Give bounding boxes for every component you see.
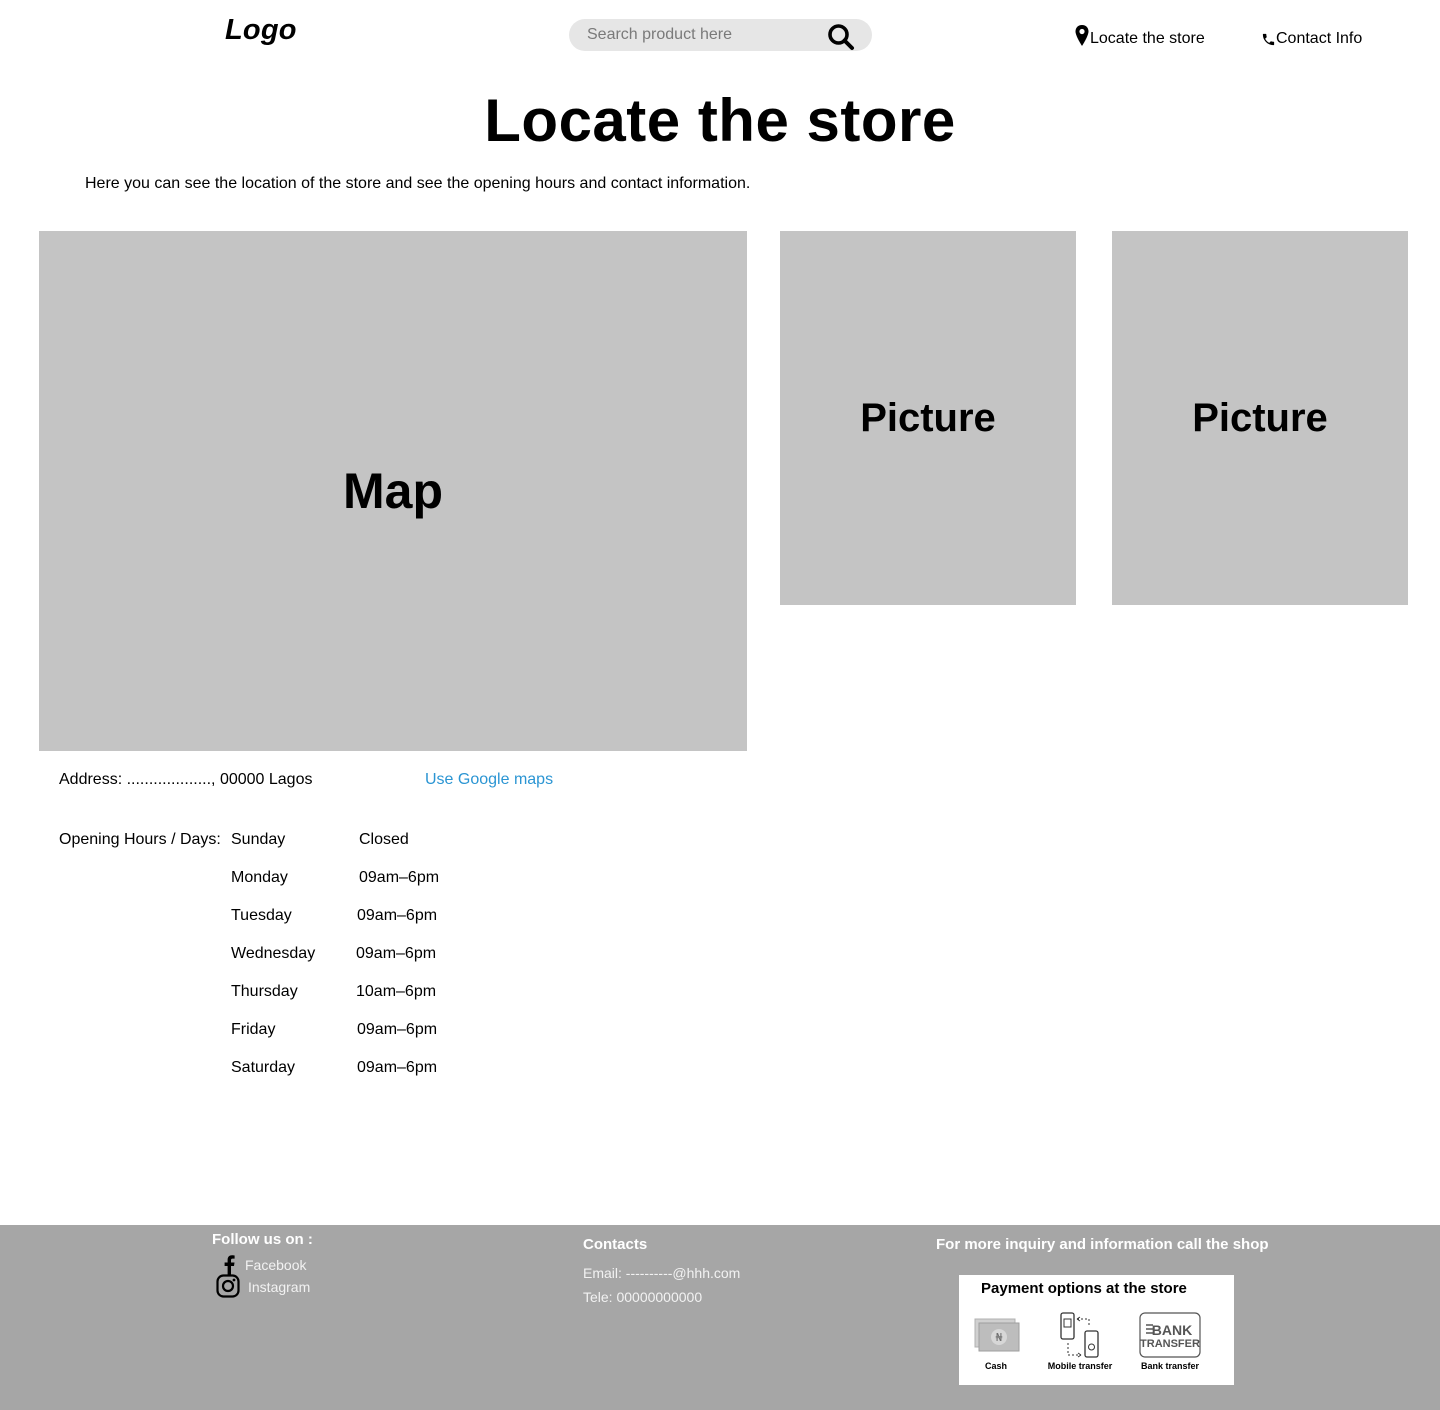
hours-time: 09am–6pm: [357, 907, 438, 924]
map-pin-icon: [1075, 25, 1089, 46]
nav-locate-store[interactable]: Locate the store: [1074, 22, 1205, 48]
hours-time: 09am–6pm: [357, 1021, 438, 1038]
hours-time: 09am–6pm: [359, 869, 440, 886]
hours-time: Closed: [359, 831, 409, 848]
picture-label: Picture: [1192, 395, 1328, 440]
payment-title: Payment options at the store: [981, 1280, 1187, 1297]
search-input[interactable]: Search product here: [587, 26, 732, 44]
nav-locate-label: Locate the store: [1090, 30, 1205, 47]
instagram-icon[interactable]: [216, 1274, 240, 1298]
picture-label: Picture: [860, 395, 996, 440]
payment-options-card: Payment options at the store ₦ Cash Mobi…: [959, 1275, 1234, 1385]
payment-option-mobile: Mobile transfer: [1045, 1311, 1115, 1371]
logo[interactable]: Logo: [225, 14, 297, 47]
mobile-transfer-icon: [1060, 1312, 1099, 1358]
map-label: Map: [343, 463, 443, 519]
payment-label: Bank transfer: [1140, 1361, 1200, 1371]
contacts-heading: Contacts: [583, 1236, 648, 1253]
naira-symbol: ₦: [996, 1331, 1003, 1344]
cash-icon: ₦: [974, 1318, 1020, 1352]
inquiry-text: For more inquiry and information call th…: [936, 1236, 1269, 1253]
contact-email[interactable]: Email: ----------@hhh.com: [583, 1265, 740, 1281]
payment-label: Mobile transfer: [1047, 1361, 1113, 1371]
hours-day: Tuesday: [231, 907, 292, 924]
store-picture-1: Picture: [780, 231, 1076, 605]
hours-time: 09am–6pm: [356, 945, 437, 962]
facebook-link[interactable]: Facebook: [245, 1257, 306, 1273]
opening-hours-label: Opening Hours / Days:: [59, 831, 221, 848]
contact-phone[interactable]: Tele: 00000000000: [583, 1289, 702, 1305]
intro-text: Here you can see the location of the sto…: [85, 175, 751, 192]
payment-option-bank: BANK TRANSFER Bank transfer: [1137, 1311, 1203, 1371]
search-icon[interactable]: [826, 22, 856, 52]
bank-icon-text-bottom: TRANSFER: [1140, 1338, 1200, 1350]
page-title: Locate the store: [484, 87, 956, 154]
hours-time: 10am–6pm: [356, 983, 437, 1000]
hours-time: 09am–6pm: [357, 1059, 438, 1076]
bank-icon-text-top: BANK: [1152, 1322, 1192, 1338]
payment-label: Cash: [984, 1361, 1007, 1371]
hours-day: Monday: [231, 869, 288, 886]
facebook-icon[interactable]: [223, 1255, 235, 1275]
instagram-link[interactable]: Instagram: [248, 1279, 310, 1295]
phone-icon: [1262, 33, 1275, 46]
hours-day: Wednesday: [231, 945, 316, 962]
hours-day: Friday: [231, 1021, 276, 1038]
store-picture-2: Picture: [1112, 231, 1408, 605]
nav-contact-info[interactable]: Contact Info: [1261, 22, 1362, 48]
nav-contact-label: Contact Info: [1276, 30, 1363, 47]
hours-day: Sunday: [231, 831, 286, 848]
hours-day: Thursday: [231, 983, 298, 1000]
payment-option-cash: ₦ Cash: [971, 1311, 1021, 1371]
store-address: Address: ..................., 00000 Lago…: [59, 771, 313, 788]
follow-us-heading: Follow us on :: [212, 1231, 313, 1248]
google-maps-link[interactable]: Use Google maps: [425, 771, 553, 789]
map-placeholder[interactable]: Map: [39, 231, 747, 751]
bank-transfer-icon: BANK TRANSFER: [1139, 1312, 1201, 1358]
hours-day: Saturday: [231, 1059, 296, 1076]
